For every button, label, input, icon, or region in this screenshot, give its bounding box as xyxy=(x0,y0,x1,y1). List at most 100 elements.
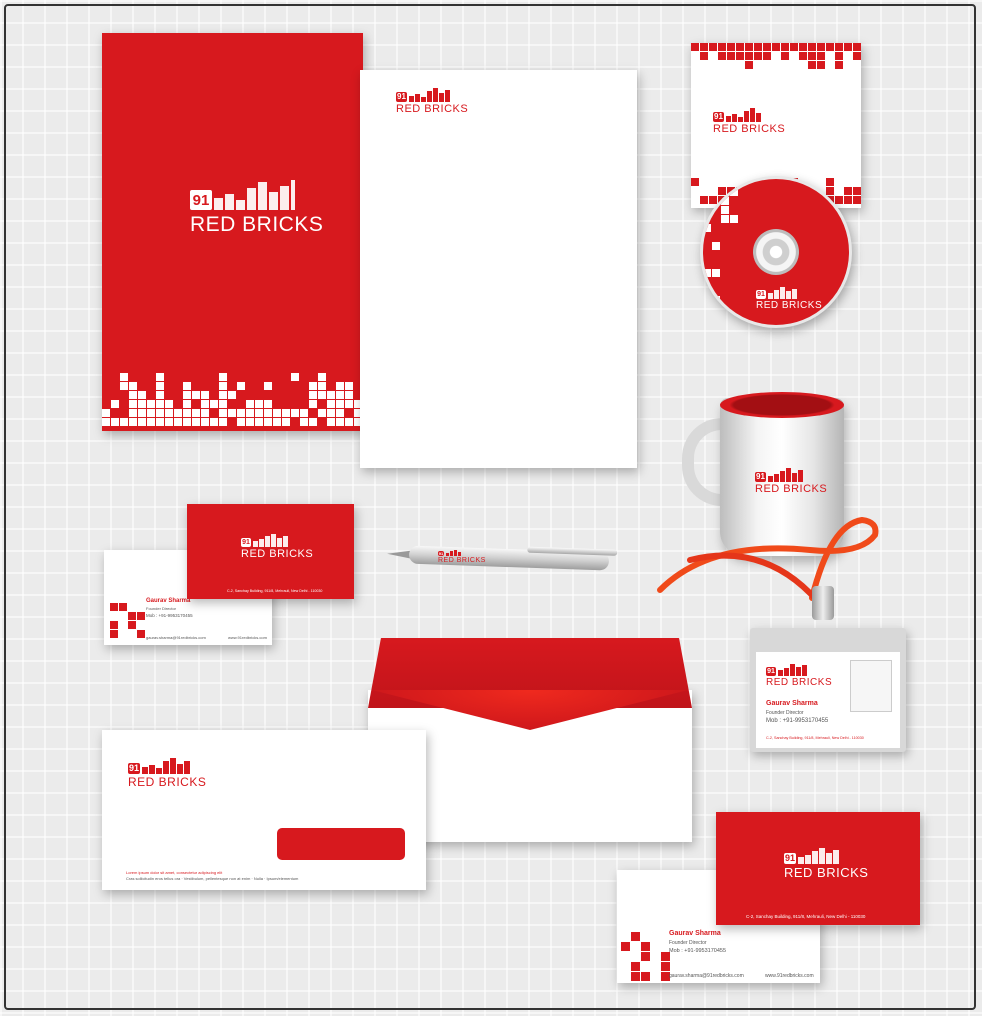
pixel-square xyxy=(255,409,263,417)
card-person-title: Founder Director xyxy=(669,940,707,946)
mug-logo: 91 RED BRICKS xyxy=(755,468,827,495)
card-pixel-pattern xyxy=(621,922,671,982)
pixel-square xyxy=(137,630,145,638)
pixel-square xyxy=(641,942,650,951)
pixel-square xyxy=(219,418,227,426)
logo-badge: 91 xyxy=(784,853,796,864)
pixel-square xyxy=(754,43,762,51)
pixel-square xyxy=(138,418,146,426)
pixel-square xyxy=(219,409,227,417)
pixel-square xyxy=(345,391,353,399)
pixel-square xyxy=(336,382,344,390)
logo-badge: 91 xyxy=(128,763,140,774)
mug-rim xyxy=(720,392,844,418)
pixel-square xyxy=(291,409,299,417)
envelope-footer-line-2: Cras sollicitudin eros tellus ora · Vest… xyxy=(126,876,299,881)
pixel-square xyxy=(156,373,164,381)
pixel-square xyxy=(156,400,164,408)
pixel-square xyxy=(853,187,861,195)
pixel-square xyxy=(826,187,834,195)
pixel-square xyxy=(718,43,726,51)
skyline-icon xyxy=(768,468,803,482)
id-card-logo: 91 RED BRICKS xyxy=(766,664,832,688)
card-front-logo-1: 91 RED BRICKS xyxy=(241,534,313,560)
pixel-square xyxy=(631,962,640,971)
pixel-square xyxy=(129,409,137,417)
pixel-square xyxy=(318,391,326,399)
pixel-square xyxy=(174,418,182,426)
cd-hub xyxy=(753,229,799,275)
pixel-square xyxy=(327,400,335,408)
pixel-square xyxy=(219,373,227,381)
pixel-square xyxy=(721,206,729,214)
pixel-square xyxy=(318,409,326,417)
pixel-square xyxy=(781,52,789,60)
logo-wordmark: RED BRICKS xyxy=(438,557,486,564)
pixel-square xyxy=(237,418,245,426)
logo-wordmark: RED BRICKS xyxy=(756,300,823,311)
pixel-square xyxy=(853,52,861,60)
pixel-square xyxy=(700,52,708,60)
logo-badge: 91 xyxy=(713,112,724,122)
pixel-square xyxy=(826,43,834,51)
pixel-square xyxy=(264,418,272,426)
pen-tip xyxy=(387,550,411,559)
pixel-square xyxy=(327,409,335,417)
folder-pixel-pattern xyxy=(102,373,363,431)
pixel-square xyxy=(318,382,326,390)
cd-logo: 91 RED BRICKS xyxy=(756,287,822,311)
pixel-square xyxy=(727,52,735,60)
pixel-square xyxy=(336,391,344,399)
logo-wordmark: RED BRICKS xyxy=(128,775,207,789)
card-person-name: Gaurav Sharma xyxy=(146,598,191,604)
skyline-icon xyxy=(778,664,807,676)
pixel-square xyxy=(273,409,281,417)
pixel-square xyxy=(835,61,843,69)
pixel-square xyxy=(835,196,843,204)
pixel-square xyxy=(763,43,771,51)
skyline-icon xyxy=(253,534,288,547)
pixel-square xyxy=(201,409,209,417)
card-website: www.91redbricks.com xyxy=(765,973,814,979)
pixel-square xyxy=(754,52,762,60)
pixel-square xyxy=(336,400,344,408)
skyline-icon xyxy=(798,848,839,864)
pixel-square xyxy=(111,400,119,408)
pixel-square xyxy=(210,400,218,408)
envelope-window xyxy=(277,828,405,860)
id-card-holder: Gaurav Sharma Founder Director Mob : +91… xyxy=(750,628,906,752)
pixel-square xyxy=(219,391,227,399)
pixel-square xyxy=(119,603,127,611)
pixel-square xyxy=(712,296,720,304)
pixel-square xyxy=(691,43,699,51)
lanyard xyxy=(657,516,879,613)
folder-logo: 91 RED BRICKS xyxy=(190,180,323,235)
logo-badge: 91 xyxy=(766,667,776,676)
pixel-square xyxy=(128,621,136,629)
pixel-square xyxy=(237,409,245,417)
pixel-square xyxy=(156,409,164,417)
pixel-square xyxy=(727,43,735,51)
pixel-square xyxy=(736,52,744,60)
pixel-square xyxy=(102,418,110,426)
logo-badge: 91 xyxy=(190,190,212,210)
pixel-square xyxy=(255,418,263,426)
pixel-square xyxy=(835,43,843,51)
logo-badge: 91 xyxy=(756,290,766,299)
pixel-square xyxy=(201,418,209,426)
pixel-square xyxy=(318,373,326,381)
skyline-icon xyxy=(726,108,761,122)
pixel-square xyxy=(228,391,236,399)
pixel-square xyxy=(183,400,191,408)
pixel-square xyxy=(730,188,738,196)
pixel-square xyxy=(844,43,852,51)
pixel-square xyxy=(110,630,118,638)
pixel-square xyxy=(156,391,164,399)
pixel-square xyxy=(631,972,640,981)
pixel-square xyxy=(691,178,699,186)
pixel-square xyxy=(192,409,200,417)
card-front-logo-2: 91 RED BRICKS xyxy=(784,848,868,879)
pixel-square xyxy=(201,400,209,408)
pixel-square xyxy=(120,382,128,390)
pixel-square xyxy=(300,418,308,426)
